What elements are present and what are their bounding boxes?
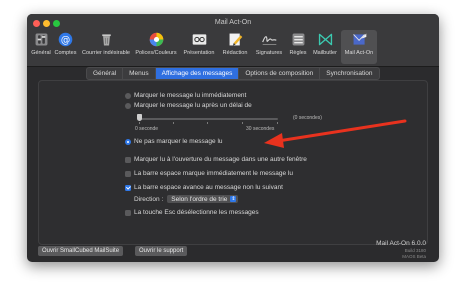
radio-button[interactable] <box>125 138 131 145</box>
toolbar-item-rules[interactable]: Règles <box>287 30 309 64</box>
color-wheel-icon <box>149 32 163 47</box>
signature-icon <box>261 36 277 45</box>
switch-icon <box>35 33 47 46</box>
mail-act-on-icon <box>352 33 366 45</box>
option-label: Ne pas marquer le message lu <box>134 138 223 145</box>
tab-sync[interactable]: Synchronisation <box>320 68 378 79</box>
mark-after-delay-option[interactable]: Marquer le message lu après un délai de <box>125 102 252 109</box>
toolbar-item-fonts-colors[interactable]: Polices/Couleurs <box>134 30 178 64</box>
checkbox[interactable] <box>125 184 131 191</box>
do-not-mark-option[interactable]: Ne pas marquer le message lu <box>125 138 223 145</box>
direction-row: Direction : Selon l'ordre de trie ⇕ <box>134 195 239 203</box>
space-advances-option[interactable]: La barre espace avance au message non lu… <box>125 184 283 191</box>
preferences-window: Mail Act-On Général @ Comptes Courrier i… <box>27 14 439 262</box>
mark-on-open-option[interactable]: Marquer lu à l'ouverture du message dans… <box>125 156 307 163</box>
toolbar-item-label: Polices/Couleurs <box>135 50 177 56</box>
build-number: Build 3180 <box>404 248 426 253</box>
toolbar-item-label: Comptes <box>54 50 77 56</box>
toolbar-item-mailbutler[interactable]: Mailbutler <box>310 30 340 64</box>
chevron-up-down-icon: ⇕ <box>230 196 237 202</box>
toolbar-item-label: Général <box>31 50 51 56</box>
space-marks-read-option[interactable]: La barre espace marque immédiatement le … <box>125 170 293 177</box>
checkbox[interactable] <box>125 209 131 216</box>
tab-general[interactable]: Général <box>87 68 124 79</box>
license-label: MAOS Beta <box>402 254 426 259</box>
slider-tick <box>139 122 140 124</box>
toolbar-item-junk-mail[interactable]: Courrier indésirable <box>80 30 132 64</box>
delay-slider-track[interactable] <box>138 118 278 120</box>
checkbox[interactable] <box>125 156 131 163</box>
option-label: Marquer le message lu après un délai de <box>134 102 252 109</box>
slider-tick <box>173 122 174 124</box>
option-label: La barre espace avance au message non lu… <box>134 184 283 191</box>
direction-label: Direction : <box>134 195 164 203</box>
toolbar-item-presentation[interactable]: Présentation <box>180 30 218 64</box>
open-support-button[interactable]: Ouvrir le support <box>135 246 188 256</box>
toolbar-item-label: Courrier indésirable <box>82 50 130 56</box>
slider-tick <box>207 122 208 124</box>
option-label: Marquer lu à l'ouverture du message dans… <box>134 156 307 163</box>
tab-bar: Général Menus Affichage des messages Opt… <box>86 67 380 80</box>
delay-slider-knob[interactable] <box>137 114 142 121</box>
at-sign-icon: @ <box>58 32 73 47</box>
mark-immediately-option[interactable]: Marquer le message lu immédiatement <box>125 92 246 99</box>
tab-message-display[interactable]: Affichage des messages <box>155 68 240 79</box>
toolbar-item-mail-act-on[interactable]: Mail Act-On <box>341 30 377 64</box>
option-label: Marquer le message lu immédiatement <box>134 92 247 99</box>
toolbar-item-accounts[interactable]: @ Comptes <box>53 30 78 64</box>
preferences-toolbar: Général @ Comptes Courrier indésirable P… <box>29 28 439 66</box>
radio-button[interactable] <box>125 92 131 99</box>
svg-text:@: @ <box>61 35 70 46</box>
rules-icon <box>292 33 304 46</box>
toolbar-item-label: Règles <box>289 50 307 56</box>
toolbar-item-composing[interactable]: Rédaction <box>220 30 250 64</box>
toolbar-item-label: Rédaction <box>222 50 248 56</box>
pencil-icon <box>229 33 242 46</box>
tab-menus[interactable]: Menus <box>123 68 156 79</box>
esc-deselects-option[interactable]: La touche Esc désélectionne les messages <box>125 209 259 216</box>
direction-select[interactable]: Selon l'ordre de trie ⇕ <box>167 195 239 203</box>
delay-value-label: (0 secondes) <box>293 115 322 121</box>
title-bar: Mail Act-On Général @ Comptes Courrier i… <box>27 14 439 67</box>
toolbar-item-label: Signatures <box>255 50 283 56</box>
toolbar-item-general[interactable]: Général <box>31 30 51 64</box>
tab-compose-options[interactable]: Options de composition <box>239 68 321 79</box>
toolbar-item-label: Mailbutler <box>313 50 337 56</box>
slider-max-label: 30 secondes <box>246 126 275 132</box>
mailbutler-icon <box>318 33 332 46</box>
slider-min-label: 0 seconde <box>135 126 159 132</box>
checkbox[interactable] <box>125 170 131 177</box>
option-label: La touche Esc désélectionne les messages <box>134 209 259 216</box>
slider-tick <box>277 122 278 124</box>
radio-button[interactable] <box>125 102 131 109</box>
direction-select-value: Selon l'ordre de trie <box>171 195 228 203</box>
slider-tick <box>242 122 243 124</box>
window-title: Mail Act-On <box>214 19 252 26</box>
option-label: La barre espace marque immédiatement le … <box>134 170 293 177</box>
toolbar-item-label: Mail Act-On <box>344 50 374 56</box>
glasses-icon <box>192 34 206 45</box>
open-mailsuite-button[interactable]: Ouvrir SmallCubed MailSuite <box>38 246 124 256</box>
trash-bin-icon <box>101 34 111 46</box>
product-version: Mail Act-On 6.0.0 <box>376 240 426 247</box>
toolbar-item-label: Présentation <box>183 50 215 56</box>
toolbar-item-signatures[interactable]: Signatures <box>252 30 286 64</box>
